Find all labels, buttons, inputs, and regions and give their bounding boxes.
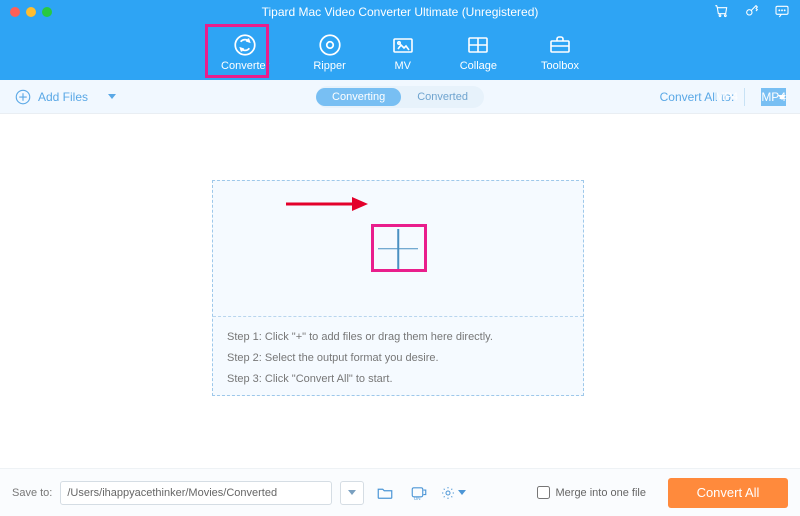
save-path-dropdown[interactable]: [340, 481, 364, 505]
nav-label: Converter: [221, 60, 269, 72]
nav-label: MV: [394, 60, 411, 72]
bottom-bar: Save to: /Users/ihappyacethinker/Movies/…: [0, 468, 800, 516]
ripper-icon: [317, 32, 343, 58]
close-window-button[interactable]: [10, 7, 20, 17]
nav-label: Ripper: [313, 60, 345, 72]
svg-text:ON: ON: [414, 495, 421, 500]
nav-ripper[interactable]: Ripper: [313, 32, 345, 72]
window-controls: [0, 7, 52, 17]
add-files-button[interactable]: Add Files: [14, 88, 116, 106]
mv-icon: [390, 32, 416, 58]
nav-toolbox[interactable]: Toolbox: [541, 32, 579, 72]
minimize-window-button[interactable]: [26, 7, 36, 17]
step-2: Step 2: Select the output format you des…: [227, 348, 569, 369]
nav-converter[interactable]: Converter: [221, 32, 269, 72]
toolbar: Add Files Converting Converted Convert A…: [0, 80, 800, 114]
main-area: Step 1: Click "+" to add files or drag t…: [0, 114, 800, 456]
step-1: Step 1: Click "+" to add files or drag t…: [227, 327, 569, 348]
settings-button[interactable]: [440, 481, 466, 505]
merge-label: Merge into one file: [556, 487, 647, 499]
save-to-label: Save to:: [12, 487, 52, 499]
convert-all-button[interactable]: Convert All: [668, 478, 788, 508]
key-icon[interactable]: [744, 3, 760, 22]
chevron-down-icon: [458, 490, 466, 495]
merge-checkbox[interactable]: Merge into one file: [537, 486, 647, 499]
cart-icon[interactable]: [714, 3, 730, 22]
toolbox-icon: [547, 32, 573, 58]
add-files-label: Add Files: [38, 90, 88, 104]
save-path-field[interactable]: /Users/ihappyacethinker/Movies/Converted: [60, 481, 332, 505]
nav-label: Collage: [460, 60, 497, 72]
tab-converted[interactable]: Converted: [401, 88, 484, 106]
add-files-plus-button[interactable]: [378, 229, 418, 269]
collage-icon: [465, 32, 491, 58]
chevron-down-icon: [778, 95, 786, 100]
nav-mv[interactable]: MV: [390, 32, 416, 72]
open-folder-button[interactable]: [372, 481, 398, 505]
maximize-window-button[interactable]: [42, 7, 52, 17]
tab-converting[interactable]: Converting: [316, 88, 401, 106]
converter-icon: [232, 32, 258, 58]
step-3: Step 3: Click "Convert All" to start.: [227, 369, 569, 390]
status-tabs: Converting Converted: [316, 86, 484, 108]
window-titlebar: Tipard Mac Video Converter Ultimate (Unr…: [0, 0, 800, 24]
nav-label: Toolbox: [541, 60, 579, 72]
instruction-steps: Step 1: Click "+" to add files or drag t…: [213, 317, 583, 400]
output-format-dropdown[interactable]: MP4: [715, 86, 786, 108]
main-nav: Converter Ripper MV Collage Toolbox: [0, 24, 800, 80]
feedback-icon[interactable]: [774, 3, 790, 22]
merge-checkbox-input[interactable]: [537, 486, 550, 499]
window-title: Tipard Mac Video Converter Ultimate (Unr…: [0, 5, 800, 19]
dropzone[interactable]: Step 1: Click "+" to add files or drag t…: [212, 180, 584, 396]
chevron-down-icon: [108, 94, 116, 99]
gpu-accel-button[interactable]: ON: [406, 481, 432, 505]
nav-collage[interactable]: Collage: [460, 32, 497, 72]
chevron-down-icon: [348, 490, 356, 495]
